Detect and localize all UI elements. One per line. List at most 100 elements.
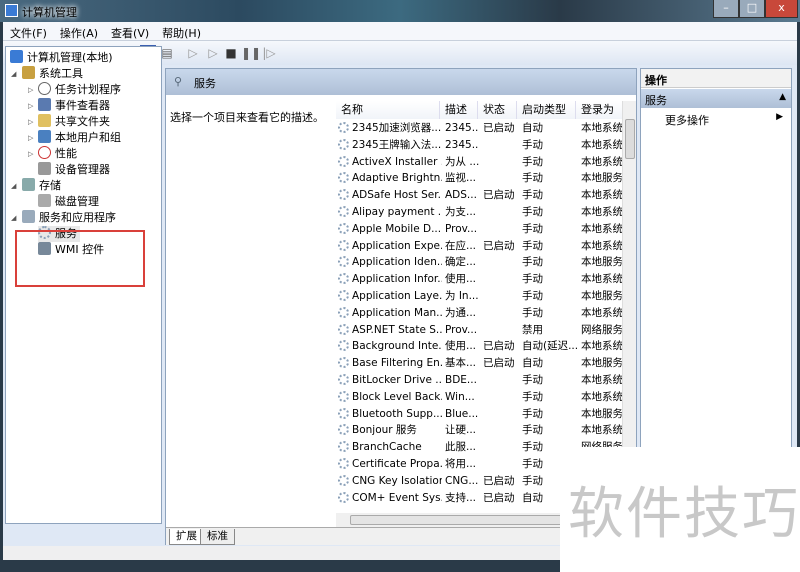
tree-performance[interactable]: 性能 — [38, 146, 77, 162]
tree-disk-management[interactable]: 磁盘管理 — [38, 194, 99, 210]
start-alt-icon[interactable]: ▷ — [205, 45, 221, 61]
services-apps-icon — [22, 210, 35, 223]
tree-storage[interactable]: 存储 — [22, 178, 61, 194]
tree-local-users[interactable]: 本地用户和组 — [38, 130, 121, 146]
expand-arrow-icon[interactable]: ◢ — [11, 178, 16, 194]
service-startup-type: 手动 — [522, 222, 543, 235]
table-row[interactable]: ASP.NET State S... Prov... 禁用 网络服务 — [336, 322, 623, 339]
gear-icon — [338, 222, 349, 234]
table-row[interactable]: Application Infor... 使用... 手动 本地系统 — [336, 271, 623, 288]
collapse-arrow-icon[interactable]: ▷ — [28, 146, 33, 162]
restart-icon[interactable]: |▷ — [261, 45, 277, 61]
column-logon-as[interactable]: 登录为 — [576, 101, 623, 119]
collapse-arrow-icon[interactable]: ▷ — [28, 130, 33, 146]
performance-icon — [38, 146, 51, 159]
collapse-icon[interactable]: ▲ — [779, 92, 786, 102]
menu-help[interactable]: 帮助(H) — [155, 22, 207, 41]
service-description: 基本... — [445, 357, 477, 370]
tree-root[interactable]: 计算机管理(本地) — [10, 50, 113, 66]
table-row[interactable]: Application Man... 为通... 手动 本地系统 — [336, 305, 623, 322]
table-row[interactable]: Application Expe... 在应... 已启动 手动 本地系统 — [336, 238, 623, 255]
service-name: Certificate Propa... — [352, 458, 442, 470]
menu-file[interactable]: 文件(F) — [3, 22, 53, 41]
pause-icon[interactable]: ❚❚ — [241, 45, 261, 61]
cell: BDE... — [445, 372, 479, 389]
cell: 2345... — [445, 120, 479, 137]
column-status[interactable]: 状态 — [478, 101, 517, 119]
cell: CNG... — [445, 473, 479, 490]
menu-action[interactable]: 操作(A) — [53, 22, 104, 41]
gear-icon — [338, 290, 349, 301]
minimize-button[interactable]: – — [713, 0, 739, 18]
cell: 手动 — [522, 422, 577, 439]
table-row[interactable]: Bluetooth Supp... Blue... 手动 本地服务 — [336, 406, 623, 423]
cell: 已启动 — [483, 490, 518, 507]
cell: 手动 — [522, 372, 577, 389]
table-row[interactable]: Alipay payment ... 为支... 手动 本地系统 — [336, 204, 623, 221]
tab-extended[interactable]: 扩展 — [169, 529, 204, 545]
expand-arrow-icon[interactable]: ◢ — [11, 210, 16, 226]
service-name: Application Man... — [352, 306, 442, 319]
tree-device-manager[interactable]: 设备管理器 — [38, 162, 110, 178]
table-row[interactable]: Background Inte... 使用... 已启动 自动(延迟... 本地系统 — [336, 338, 623, 355]
stop-icon[interactable]: ■ — [223, 45, 239, 61]
service-logon-as: 网络服务 — [581, 323, 623, 336]
actions-header: 操作 — [641, 69, 791, 88]
gear-icon — [338, 357, 349, 369]
cell: BranchCache — [338, 439, 442, 456]
cell: 已启动 — [483, 238, 518, 255]
cell: 使用... — [445, 271, 479, 288]
tree-task-scheduler[interactable]: 任务计划程序 — [38, 82, 121, 98]
table-row[interactable]: Bonjour 服务 让硬... 手动 本地系统 — [336, 422, 623, 439]
service-description: 将用... — [445, 458, 477, 470]
column-name[interactable]: 名称 — [336, 101, 440, 119]
close-button[interactable]: x — [765, 0, 798, 18]
service-description: CNG... — [445, 474, 479, 487]
service-logon-as: 本地系统 — [581, 306, 623, 319]
table-row[interactable]: ActiveX Installer ... 为从 ... 手动 本地系统 — [336, 154, 623, 171]
table-row[interactable]: Application Laye... 为 In... 手动 本地服务 — [336, 288, 623, 305]
service-name: Bonjour 服务 — [352, 424, 417, 437]
service-description: 为从 ... — [445, 155, 479, 168]
column-description[interactable]: 描述 — [440, 101, 478, 119]
tab-standard[interactable]: 标准 — [200, 529, 235, 545]
collapse-arrow-icon[interactable]: ▷ — [28, 114, 33, 130]
cell: 本地系统 — [581, 271, 623, 288]
collapse-arrow-icon[interactable]: ▷ — [28, 98, 33, 114]
table-row[interactable]: Base Filtering En... 基本... 已启动 自动 本地服务 — [336, 355, 623, 372]
tree-shared-folders[interactable]: 共享文件夹 — [38, 114, 110, 130]
gear-icon — [338, 474, 349, 486]
cell: ASP.NET State S... — [338, 322, 442, 339]
service-startup-type: 自动 — [522, 491, 543, 504]
expand-arrow-icon[interactable]: ◢ — [11, 66, 16, 82]
menu-view[interactable]: 查看(V) — [104, 22, 155, 41]
tree-event-viewer[interactable]: 事件查看器 — [38, 98, 110, 114]
table-row[interactable]: BitLocker Drive ... BDE... 手动 本地系统 — [336, 372, 623, 389]
table-row[interactable]: Apple Mobile D... Prov... 手动 本地系统 — [336, 221, 623, 238]
service-startup-type: 手动 — [522, 189, 543, 202]
actions-section-services[interactable]: 服务 ▲ — [641, 89, 791, 108]
column-startup-type[interactable]: 启动类型 — [517, 101, 576, 119]
cell: 本地系统 — [581, 238, 623, 255]
table-row[interactable]: Block Level Back... Win... 手动 本地系统 — [336, 389, 623, 406]
shared-folder-icon — [38, 114, 51, 127]
cell: 在应... — [445, 238, 479, 255]
table-row[interactable]: Adaptive Brightn... 监视... 手动 本地服务 — [336, 170, 623, 187]
collapse-arrow-icon[interactable]: ▷ — [28, 82, 33, 98]
table-row[interactable]: 2345加速浏览器... 2345... 已启动 自动 本地系统 — [336, 120, 623, 137]
tree-system-tools[interactable]: 系统工具 — [22, 66, 83, 82]
service-description: 支持... — [445, 491, 477, 504]
service-description: 让硬... — [445, 424, 477, 437]
cell: 手动 — [522, 204, 577, 221]
tree-services-apps[interactable]: 服务和应用程序 — [22, 210, 116, 226]
gear-icon — [338, 424, 349, 436]
cell: 本地系统 — [581, 154, 623, 171]
watermark: 软件技巧 — [560, 447, 800, 572]
table-row[interactable]: ADSafe Host Ser... ADS... 已启动 手动 本地系统 — [336, 187, 623, 204]
table-row[interactable]: Application Iden... 确定... 手动 本地服务 — [336, 254, 623, 271]
more-actions-item[interactable]: 更多操作 ▶ — [665, 110, 791, 127]
cell: 将用... — [445, 456, 479, 473]
maximize-button[interactable]: □ — [739, 0, 765, 18]
start-icon[interactable]: ▷ — [185, 45, 201, 61]
table-row[interactable]: 2345王牌输入法... 2345... 手动 本地系统 — [336, 137, 623, 154]
